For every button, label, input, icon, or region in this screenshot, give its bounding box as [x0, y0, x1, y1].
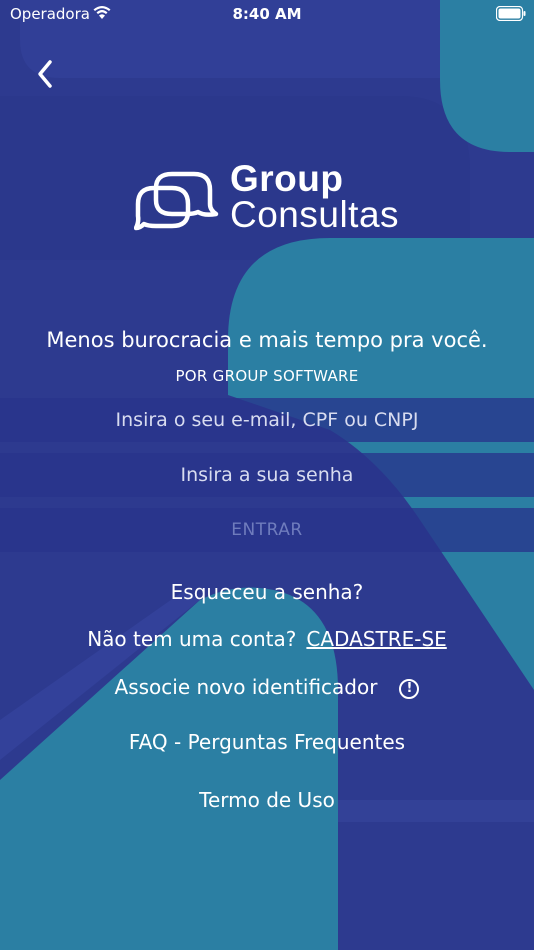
login-screen: Operadora 8:40 AM Group Consultas Menos …: [0, 0, 534, 950]
back-chevron-icon[interactable]: [30, 56, 62, 92]
app-logo: Group Consultas: [134, 158, 404, 240]
email-cpf-cnpj-input[interactable]: [0, 398, 534, 442]
password-input[interactable]: [0, 453, 534, 497]
byline: POR GROUP SOFTWARE: [175, 367, 359, 385]
signup-row: Não tem uma conta? CADASTRE-SE: [0, 627, 534, 651]
associate-identifier-row: Associe novo identificador!: [0, 675, 534, 699]
chat-bubbles-logo-icon: [134, 171, 219, 231]
logo-word-consultas: Consultas: [230, 194, 400, 235]
signup-link[interactable]: CADASTRE-SE: [306, 627, 446, 651]
login-button[interactable]: ENTRAR: [0, 508, 534, 552]
status-bar: Operadora 8:40 AM: [0, 0, 534, 28]
no-account-label: Não tem uma conta?: [87, 627, 297, 651]
faq-link[interactable]: FAQ - Perguntas Frequentes: [0, 730, 534, 754]
clock: 8:40 AM: [232, 5, 302, 23]
terms-of-use-link[interactable]: Termo de Uso: [0, 788, 534, 812]
forgot-password-link[interactable]: Esqueceu a senha?: [0, 580, 534, 604]
associate-identifier-link[interactable]: Associe novo identificador: [115, 675, 378, 699]
battery-icon: [496, 6, 526, 21]
info-icon[interactable]: !: [399, 679, 420, 699]
tagline: Menos burocracia e mais tempo pra você.: [46, 328, 488, 352]
